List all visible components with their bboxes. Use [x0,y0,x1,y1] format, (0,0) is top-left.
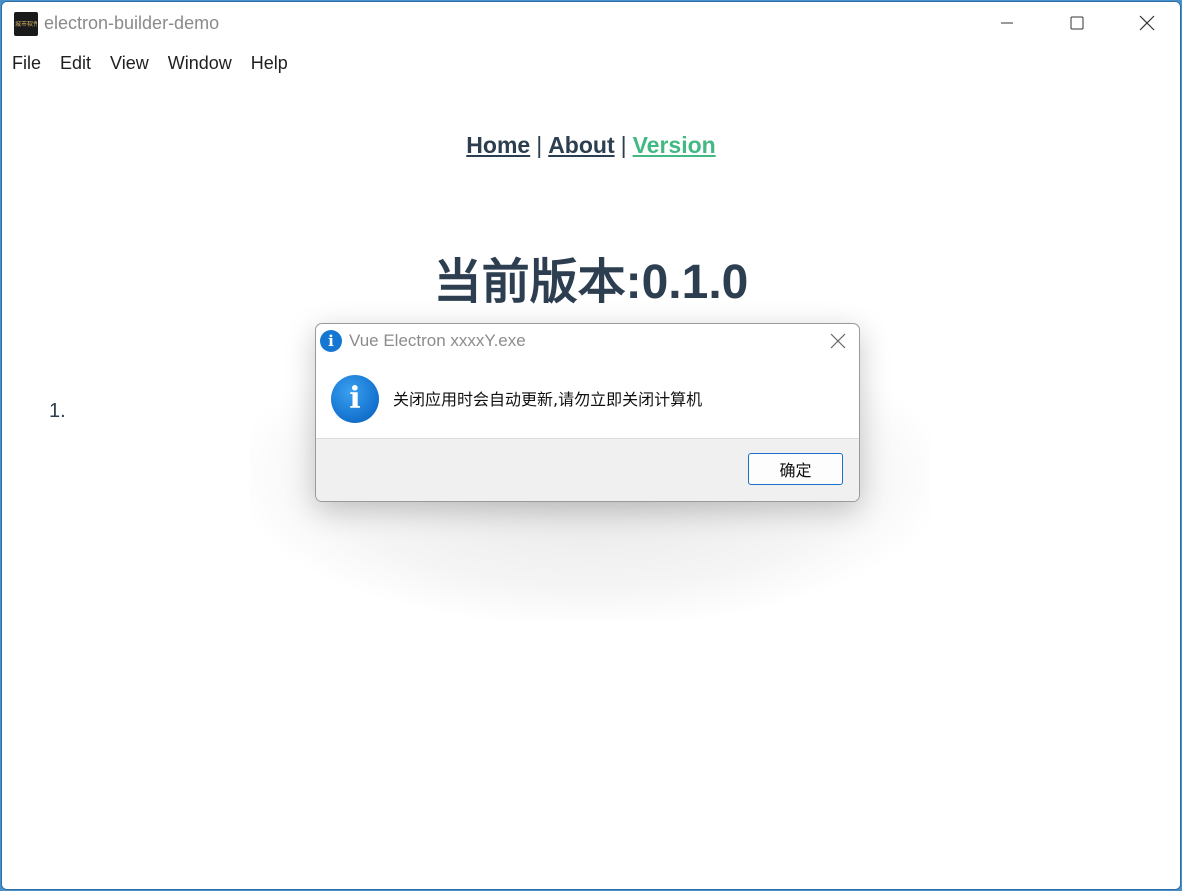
menu-view[interactable]: View [100,53,158,74]
top-nav: Home | About | Version [2,132,1180,159]
ok-button[interactable]: 确定 [748,453,843,485]
menu-window[interactable]: Window [158,53,241,74]
menu-file[interactable]: File [2,53,50,74]
nav-link-version[interactable]: Version [633,132,716,158]
maximize-icon [1070,16,1084,30]
nav-separator: | [536,132,543,158]
dialog-footer: 确定 [316,438,859,501]
window-title: electron-builder-demo [44,13,220,33]
page-title: 当前版本:0.1.0 [433,256,749,309]
menu-help[interactable]: Help [241,53,297,74]
info-icon: i [320,330,342,352]
close-button[interactable] [1112,2,1180,44]
nav-link-about[interactable]: About [548,132,614,158]
nav-link-home[interactable]: Home [466,132,530,158]
minimize-button[interactable] [972,2,1042,44]
close-icon [1139,15,1155,31]
dialog-title: Vue Electron xxxxY.exe [349,331,526,350]
dialog-titlebar[interactable]: i Vue Electron xxxxY.exe [316,324,859,358]
window-titlebar[interactable]: 城市软件 electron-builder-demo [2,2,1180,44]
update-dialog: i Vue Electron xxxxY.exe i 关闭应用时会自动更新,请勿… [315,323,860,502]
nav-separator: | [620,132,627,158]
info-icon: i [331,375,379,423]
app-logo-icon: 城市软件 [14,12,38,36]
dialog-close-button[interactable] [827,330,849,352]
app-logo-text: 城市软件 [15,20,37,28]
minimize-icon [1001,22,1013,24]
maximize-button[interactable] [1042,2,1112,44]
menu-edit[interactable]: Edit [50,53,100,74]
dialog-message: 关闭应用时会自动更新,请勿立即关闭计算机 [393,390,703,409]
list-item-marker: 1. [49,400,66,422]
close-icon [830,333,846,349]
menu-bar: File Edit View Window Help [2,44,1180,82]
dialog-body: i 关闭应用时会自动更新,请勿立即关闭计算机 [316,358,859,438]
